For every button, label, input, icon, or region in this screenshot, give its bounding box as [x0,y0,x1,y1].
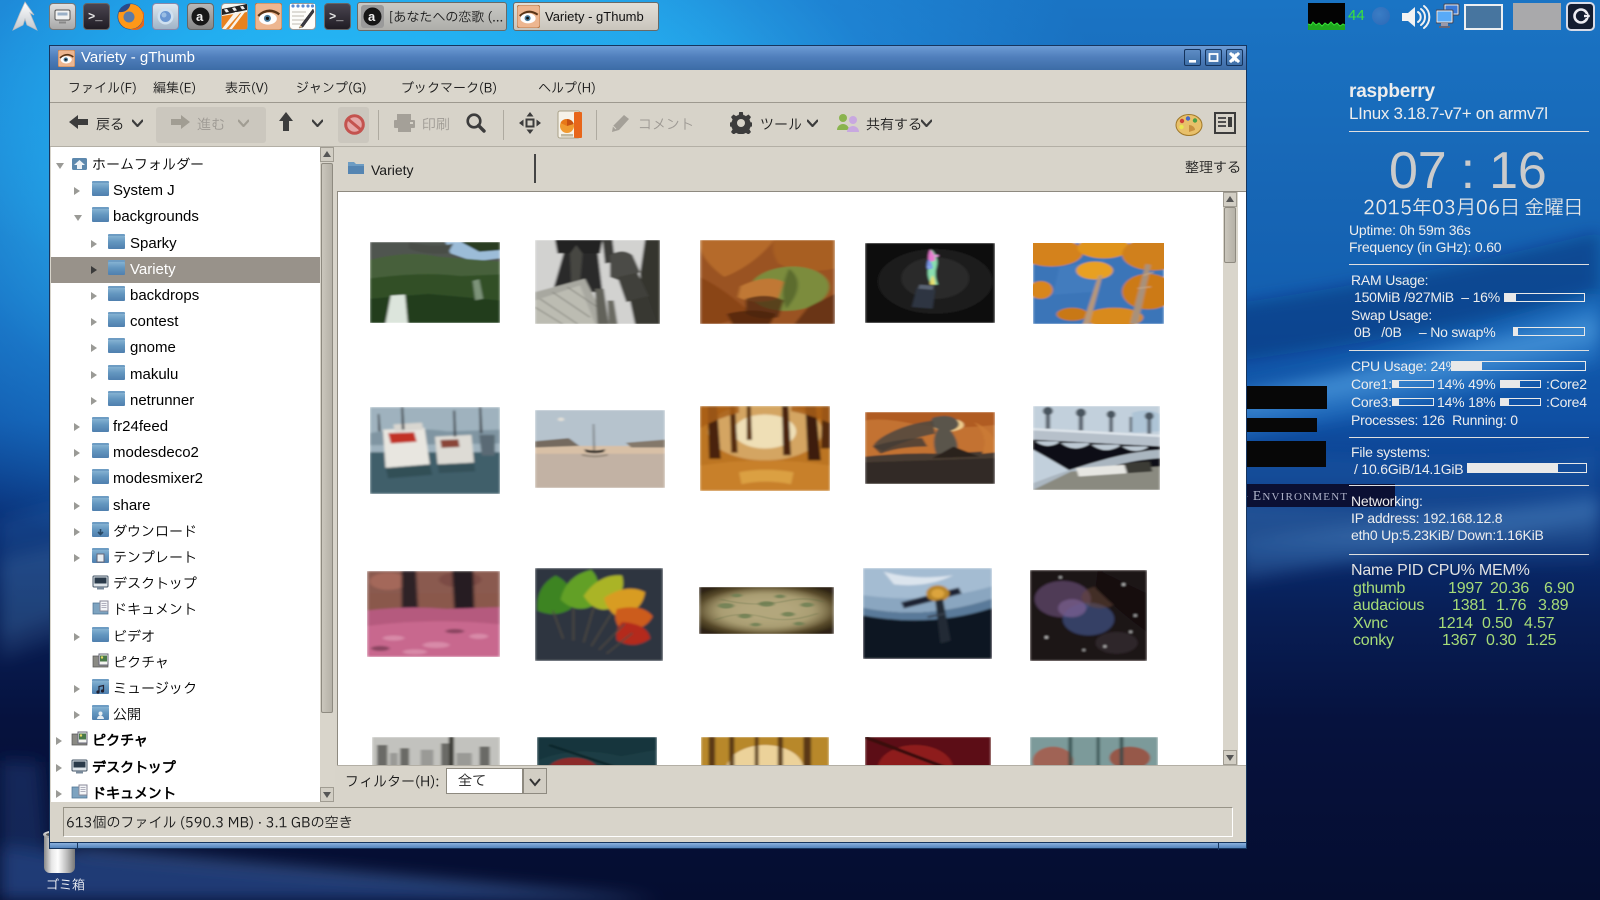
svg-text:>_: >_ [88,10,103,23]
svg-text:a: a [196,9,204,24]
svg-text:>_: >_ [329,10,344,23]
svg-text:a: a [368,9,376,24]
